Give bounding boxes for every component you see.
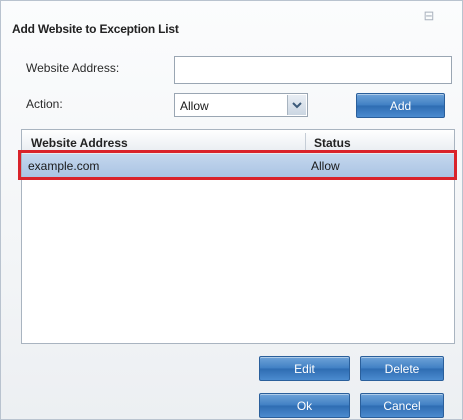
close-icon[interactable]: ⊟ [422,9,436,22]
table-row[interactable]: example.com Allow [22,154,454,178]
action-selected-value: Allow [180,99,209,113]
column-header-website-address[interactable]: Website Address [31,130,128,154]
exception-dialog: Add Website to Exception List ⊟ Website … [0,0,463,420]
chevron-down-icon[interactable] [287,95,306,115]
exception-list: Website Address Status example.com Allow [21,129,455,344]
list-header: Website Address Status [22,130,454,155]
action-dropdown[interactable]: Allow [174,93,308,117]
column-divider[interactable] [305,133,306,151]
cancel-button[interactable]: Cancel [360,393,444,418]
row-website-address: example.com [28,159,100,173]
edit-button[interactable]: Edit [259,356,350,381]
column-header-status[interactable]: Status [314,130,351,154]
website-address-label: Website Address: [26,61,120,75]
ok-button[interactable]: Ok [259,393,350,418]
dialog-title: Add Website to Exception List [12,22,179,36]
delete-button[interactable]: Delete [360,356,444,381]
row-status: Allow [311,159,340,173]
add-button[interactable]: Add [356,93,445,118]
action-label: Action: [26,97,63,111]
website-address-input[interactable] [174,56,452,84]
